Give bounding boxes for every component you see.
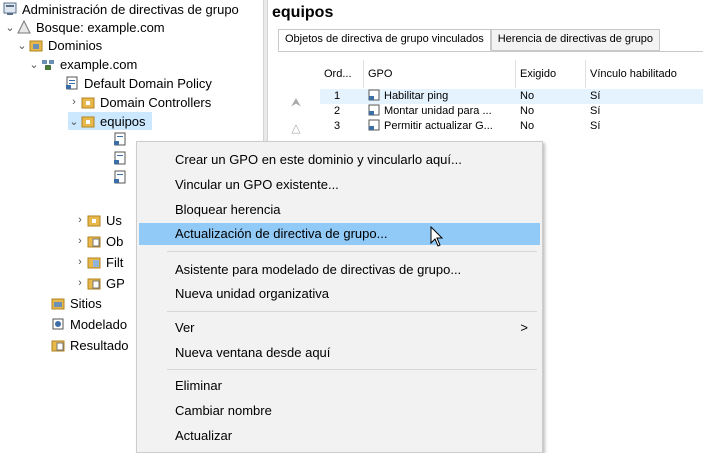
- gpo-link-icon: [112, 131, 128, 147]
- menu-item-refresh[interactable]: Actualizar: [139, 425, 540, 447]
- tree-item-modeling[interactable]: Modelado: [50, 315, 127, 333]
- tree-item-domain[interactable]: ⌄ example.com: [28, 55, 137, 73]
- tree-item-domains[interactable]: ⌄ Dominios: [16, 36, 102, 54]
- gpo-link-icon: [112, 169, 128, 185]
- tree-item-domain-controllers[interactable]: › Domain Controllers: [68, 93, 211, 111]
- move-down-button[interactable]: △: [288, 121, 304, 135]
- tree-item-gpo-link[interactable]: [112, 130, 132, 148]
- tab-linked-gpos[interactable]: Objetos de directiva de grupo vinculados: [278, 29, 491, 51]
- menu-separator: [167, 369, 537, 370]
- menu-item-new-ou[interactable]: Nueva unidad organizativa: [139, 283, 540, 305]
- collapse-chevron-icon[interactable]: ⌄: [68, 115, 80, 128]
- expand-chevron-icon[interactable]: ›: [68, 96, 80, 108]
- gpmc-icon: [2, 1, 18, 17]
- ou-folder-icon: [80, 113, 96, 129]
- pane-title: equipos: [272, 4, 334, 21]
- gpo-link-icon: [112, 150, 128, 166]
- tree-item-results[interactable]: Resultado: [50, 336, 129, 354]
- context-menu: Crear un GPO en este dominio y vincularl…: [136, 141, 543, 453]
- submenu-arrow-icon: >: [520, 320, 528, 335]
- menu-item-delete[interactable]: Eliminar: [139, 375, 540, 397]
- table-row[interactable]: 3 Permitir actualizar G... No Sí: [320, 119, 703, 134]
- tree-item-default-policy[interactable]: Default Domain Policy: [52, 74, 212, 92]
- forest-icon: [16, 19, 32, 35]
- column-header-link-enabled[interactable]: Vínculo habilitado: [586, 60, 703, 88]
- table-row[interactable]: 2 Montar unidad para ... No Sí: [320, 104, 703, 119]
- gpo-folder-icon: [86, 275, 102, 291]
- menu-item-modeling-wizard[interactable]: Asistente para modelado de directivas de…: [139, 259, 540, 281]
- column-header-gpo[interactable]: GPO: [364, 60, 516, 88]
- expand-chevron-icon[interactable]: ›: [74, 214, 86, 226]
- tree-item-gpo-starter[interactable]: › GP: [74, 274, 125, 292]
- table-row[interactable]: 1 Habilitar ping No Sí: [320, 89, 703, 104]
- tree-item-gpo-link[interactable]: [112, 168, 132, 186]
- collapse-chevron-icon[interactable]: ⌄: [28, 58, 40, 71]
- domains-folder-icon: [28, 37, 44, 53]
- tab-inheritance[interactable]: Herencia de directivas de grupo: [490, 29, 661, 51]
- tree-item-forest[interactable]: ⌄ Bosque: example.com: [4, 18, 164, 36]
- expand-chevron-icon[interactable]: ›: [74, 256, 86, 268]
- tree-item-gpo-link[interactable]: [112, 149, 132, 167]
- menu-item-create-gpo[interactable]: Crear un GPO en este dominio y vincularl…: [139, 149, 540, 171]
- menu-item-rename[interactable]: Cambiar nombre: [139, 400, 540, 422]
- menu-item-new-window[interactable]: Nueva ventana desde aquí: [139, 342, 540, 364]
- tree-item-users[interactable]: › Us: [74, 211, 122, 229]
- results-icon: [50, 337, 66, 353]
- sites-icon: [50, 295, 66, 311]
- collapse-chevron-icon[interactable]: ⌄: [4, 21, 16, 34]
- tree-item-root[interactable]: Administración de directivas de grupo: [2, 0, 239, 18]
- move-up-button[interactable]: ⮝: [288, 95, 304, 109]
- tab-strip: Objetos de directiva de grupo vinculados…: [278, 29, 661, 51]
- gpo-link-icon: [64, 75, 80, 91]
- domain-icon: [40, 56, 56, 72]
- ou-folder-icon: [86, 212, 102, 228]
- tree-item-sites[interactable]: Sitios: [50, 294, 102, 312]
- expand-chevron-icon[interactable]: ›: [74, 277, 86, 289]
- tree-item-equipos[interactable]: ⌄ equipos: [68, 112, 152, 130]
- modeling-icon: [50, 316, 66, 332]
- menu-item-view[interactable]: Ver >: [139, 317, 540, 339]
- menu-item-group-policy-update[interactable]: Actualización de directiva de grupo...: [139, 223, 540, 245]
- filter-folder-icon: [86, 254, 102, 270]
- ou-folder-icon: [80, 94, 96, 110]
- column-header-enforced[interactable]: Exigido: [516, 60, 586, 88]
- gpo-icon: [368, 119, 380, 136]
- menu-separator: [167, 251, 537, 252]
- expand-chevron-icon[interactable]: ›: [74, 235, 86, 247]
- menu-item-link-existing-gpo[interactable]: Vincular un GPO existente...: [139, 174, 540, 196]
- column-header-order[interactable]: Ord...: [320, 60, 364, 88]
- tree-item-objects[interactable]: › Ob: [74, 232, 123, 250]
- gpo-folder-icon: [86, 233, 102, 249]
- mouse-pointer-icon: [430, 225, 444, 251]
- collapse-chevron-icon[interactable]: ⌄: [16, 39, 28, 52]
- menu-item-block-inheritance[interactable]: Bloquear herencia: [139, 199, 540, 221]
- menu-separator: [167, 311, 537, 312]
- tree-item-filters[interactable]: › Filt: [74, 253, 123, 271]
